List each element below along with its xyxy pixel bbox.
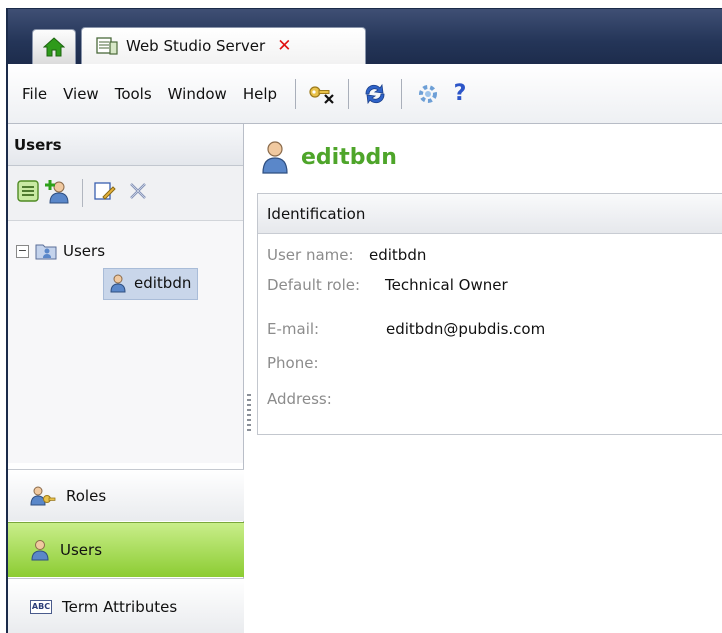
user-name-label: User name: [267, 246, 354, 264]
help-icon[interactable]: ? [446, 80, 474, 108]
folder-users-icon [35, 244, 57, 260]
address-label: Address: [267, 390, 332, 408]
tab-title: Web Studio Server [126, 37, 266, 55]
abc-icon: ABC [30, 599, 52, 614]
menu-window[interactable]: Window [160, 85, 235, 103]
tab-web-studio-server[interactable]: Web Studio Server ✕ [81, 27, 366, 64]
nav-label: Users [60, 541, 103, 559]
menu-file[interactable]: File [14, 85, 55, 103]
identification-panel: Identification User name: editbdn Defaul… [257, 193, 722, 435]
tree-node-label: editbdn [134, 274, 192, 292]
list-view-icon[interactable] [16, 179, 40, 207]
email-label: E-mail: [267, 320, 320, 338]
nav-users[interactable]: Users [8, 522, 244, 577]
left-panel: Users − Users editbdn Roles Users ABC Te… [8, 124, 244, 633]
user-title-text: editbdn [301, 144, 397, 170]
delete-icon[interactable] [127, 180, 149, 206]
toolbar-separator [348, 78, 350, 109]
content-area: editbdn Identification User name: editbd… [245, 124, 722, 633]
menu-bar: File View Tools Window Help ? [8, 64, 722, 124]
panel-header: Users [8, 124, 243, 166]
phone-label: Phone: [267, 354, 319, 372]
panel-toolbar [8, 166, 243, 221]
toolbar-separator [82, 179, 83, 207]
user-title: editbdn [261, 140, 397, 174]
section-header: Identification [258, 194, 722, 234]
menu-help[interactable]: Help [235, 85, 285, 103]
menu-tools[interactable]: Tools [107, 85, 160, 103]
toolbar-separator [295, 78, 297, 109]
collapse-icon[interactable]: − [16, 244, 29, 258]
add-user-icon[interactable] [44, 177, 72, 209]
nav-term-attributes[interactable]: ABC Term Attributes [8, 578, 244, 633]
edit-icon[interactable] [93, 179, 117, 207]
home-icon [43, 37, 65, 57]
nav-label: Term Attributes [62, 597, 178, 616]
tree-node-users[interactable]: − Users [16, 241, 105, 261]
refresh-icon[interactable] [361, 80, 389, 108]
server-window-icon [96, 37, 118, 55]
nav-label: Roles [66, 486, 107, 505]
toolbar-separator [401, 78, 403, 109]
application-window: Web Studio Server ✕ File View Tools Wind… [6, 8, 722, 633]
user-icon [110, 274, 126, 293]
user-large-icon [262, 141, 288, 174]
close-tab-icon[interactable]: ✕ [277, 37, 291, 55]
menu-view[interactable]: View [55, 85, 107, 103]
home-tab[interactable] [32, 29, 76, 64]
user-name-value: editbdn [369, 246, 427, 264]
roles-icon [30, 486, 56, 505]
settings-icon[interactable] [414, 80, 442, 108]
key-remove-icon[interactable] [308, 80, 336, 108]
tab-strip: Web Studio Server ✕ [8, 9, 722, 64]
tree-node-label: Users [63, 242, 106, 260]
default-role-value: Technical Owner [385, 276, 508, 294]
user-tree: − Users editbdn [8, 221, 243, 463]
nav-roles[interactable]: Roles [8, 469, 244, 521]
splitter-handle[interactable] [247, 394, 251, 434]
tree-node-editbdn[interactable]: editbdn [103, 268, 199, 300]
default-role-label: Default role: [267, 276, 361, 294]
email-value: editbdn@pubdis.com [386, 320, 546, 338]
users-icon [31, 540, 49, 561]
